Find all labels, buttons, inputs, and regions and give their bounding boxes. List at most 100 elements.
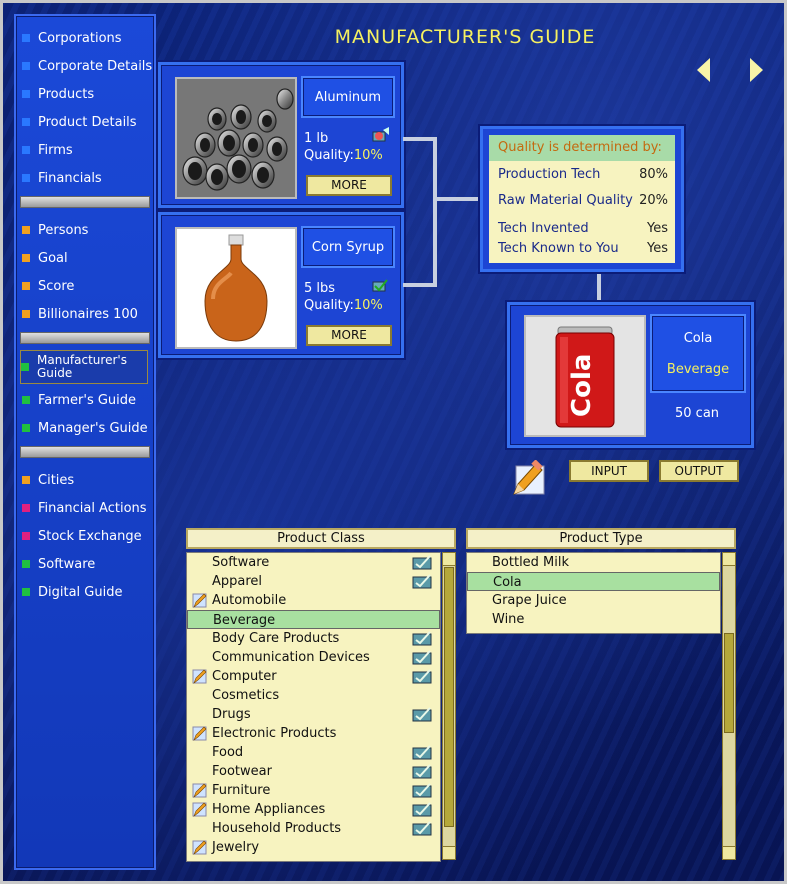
output-product-name: Cola xyxy=(683,330,713,346)
pencil-icon xyxy=(192,669,207,684)
list-item[interactable]: Communication Devices xyxy=(187,648,440,667)
list-item[interactable]: Drugs xyxy=(187,705,440,724)
list-item-label: Body Care Products xyxy=(212,631,340,646)
sidebar-item-financials[interactable]: Financials xyxy=(22,166,102,190)
list-item[interactable]: Cosmetics xyxy=(187,686,440,705)
sidebar-item-score[interactable]: Score xyxy=(22,274,74,298)
page-title: MANUFACTURER'S GUIDE xyxy=(334,26,596,48)
sidebar-item-stock-exchange[interactable]: Stock Exchange xyxy=(22,524,142,548)
software-icon xyxy=(412,669,432,684)
left-arrow-icon[interactable] xyxy=(697,58,710,82)
list-item[interactable]: Home Appliances xyxy=(187,800,440,819)
bullet-icon xyxy=(22,560,30,568)
list-item[interactable]: Wine xyxy=(467,610,720,629)
sidebar-item-financial-actions[interactable]: Financial Actions xyxy=(22,496,147,520)
cola-can-image: Cola xyxy=(524,315,646,437)
sidebar-item-cities[interactable]: Cities xyxy=(22,468,74,492)
scroll-up-button[interactable] xyxy=(723,553,735,566)
sidebar-item-product-details[interactable]: Product Details xyxy=(22,110,137,134)
software-icon xyxy=(412,631,432,646)
scroll-thumb[interactable] xyxy=(444,567,454,827)
sidebar-item-corporations[interactable]: Corporations xyxy=(22,26,122,50)
sidebar-item-firms[interactable]: Firms xyxy=(22,138,73,162)
list-item[interactable]: Jewelry xyxy=(187,838,440,857)
quality-box: Quality is determined by: Production Tec… xyxy=(480,126,684,272)
bullet-icon xyxy=(22,62,30,70)
list-item[interactable]: Food xyxy=(187,743,440,762)
list-item-label: Jewelry xyxy=(212,840,260,855)
sidebar-item-manager-s-guide[interactable]: Manager's Guide xyxy=(22,416,148,440)
bullet-icon xyxy=(22,34,30,42)
list-item[interactable]: Furniture xyxy=(187,781,440,800)
list-item[interactable]: Cola xyxy=(467,572,720,591)
quality-heading: Quality is determined by: xyxy=(489,135,675,161)
sidebar-item-label: Manager's Guide xyxy=(38,420,148,436)
list-item[interactable]: Household Products xyxy=(187,819,440,838)
list-item[interactable]: Software xyxy=(187,553,440,572)
list-item[interactable]: Electronic Products xyxy=(187,724,440,743)
corn-syrup-image xyxy=(175,227,297,349)
bullet-icon xyxy=(22,90,30,98)
sidebar-item-label: Manufacturer's Guide xyxy=(37,353,127,380)
more-button[interactable]: MORE xyxy=(306,325,392,346)
list-item[interactable]: Computer xyxy=(187,667,440,686)
bullet-icon xyxy=(22,532,30,540)
product-class-scrollbar[interactable] xyxy=(442,552,456,860)
sidebar-item-farmer-s-guide[interactable]: Farmer's Guide xyxy=(22,388,136,412)
quality-row: Production Tech 80% xyxy=(498,167,668,182)
list-item[interactable]: Beverage xyxy=(187,610,440,629)
list-item[interactable]: Automobile xyxy=(187,591,440,610)
list-item-label: Automobile xyxy=(212,593,287,608)
scroll-thumb[interactable] xyxy=(724,633,734,733)
output-product-type: Beverage xyxy=(666,361,730,377)
list-item[interactable]: Apparel xyxy=(187,572,440,591)
sidebar-item-digital-guide[interactable]: Digital Guide xyxy=(22,580,122,604)
more-button[interactable]: MORE xyxy=(306,175,392,196)
sidebar-item-billionaires-100[interactable]: Billionaires 100 xyxy=(22,302,138,326)
sidebar-item-products[interactable]: Products xyxy=(22,82,94,106)
scroll-up-button[interactable] xyxy=(443,553,455,566)
scroll-down-button[interactable] xyxy=(723,846,735,859)
connector-line xyxy=(597,271,601,302)
pencil-icon[interactable] xyxy=(510,460,546,498)
sidebar-item-label: Billionaires 100 xyxy=(38,306,138,322)
list-item-label: Furniture xyxy=(212,783,271,798)
list-item-label: Electronic Products xyxy=(212,726,337,741)
product-type-list[interactable]: Bottled Milk Cola Grape Juice Wine xyxy=(466,552,721,634)
list-item[interactable]: Grape Juice xyxy=(467,591,720,610)
list-item-label: Bottled Milk xyxy=(492,555,570,570)
product-class-list[interactable]: Software Apparel Automobile Beverage Body Ca… xyxy=(186,552,441,862)
scroll-down-button[interactable] xyxy=(443,846,455,859)
list-item-label: Grape Juice xyxy=(492,593,567,608)
sidebar-item-persons[interactable]: Persons xyxy=(22,218,88,242)
tech-icon xyxy=(372,279,388,292)
product-type-scrollbar[interactable] xyxy=(722,552,736,860)
input-button[interactable]: INPUT xyxy=(569,460,649,482)
bullet-icon xyxy=(22,310,30,318)
can-label: Cola xyxy=(567,354,597,417)
sidebar-item-label: Financials xyxy=(38,170,102,186)
corn-syrup-name-button[interactable]: Corn Syrup xyxy=(301,226,395,268)
aluminum-name-button[interactable]: Aluminum xyxy=(301,76,395,118)
product-type-header[interactable]: Product Type xyxy=(466,528,736,549)
sidebar-item-manufacturer-s-guide[interactable]: Manufacturer's Guide xyxy=(20,350,148,384)
right-arrow-icon[interactable] xyxy=(750,58,763,82)
output-quantity: 50 can xyxy=(675,406,720,421)
sidebar-item-label: Financial Actions xyxy=(38,500,147,516)
quality-row: Tech Known to You Yes xyxy=(498,241,668,256)
list-item-label: Beverage xyxy=(213,613,276,628)
software-icon xyxy=(412,802,432,817)
product-class-header[interactable]: Product Class xyxy=(186,528,456,549)
sidebar-item-goal[interactable]: Goal xyxy=(22,246,68,270)
pencil-icon xyxy=(192,726,207,741)
list-item[interactable]: Bottled Milk xyxy=(467,553,720,572)
aluminum-image xyxy=(175,77,297,199)
list-item[interactable]: Body Care Products xyxy=(187,629,440,648)
output-product-button[interactable]: Cola Beverage xyxy=(650,314,746,393)
bullet-icon xyxy=(22,476,30,484)
sidebar-item-label: Firms xyxy=(38,142,73,158)
sidebar-item-corporate-details[interactable]: Corporate Details xyxy=(22,54,152,78)
output-button[interactable]: OUTPUT xyxy=(659,460,739,482)
sidebar-item-software[interactable]: Software xyxy=(22,552,95,576)
list-item[interactable]: Footwear xyxy=(187,762,440,781)
